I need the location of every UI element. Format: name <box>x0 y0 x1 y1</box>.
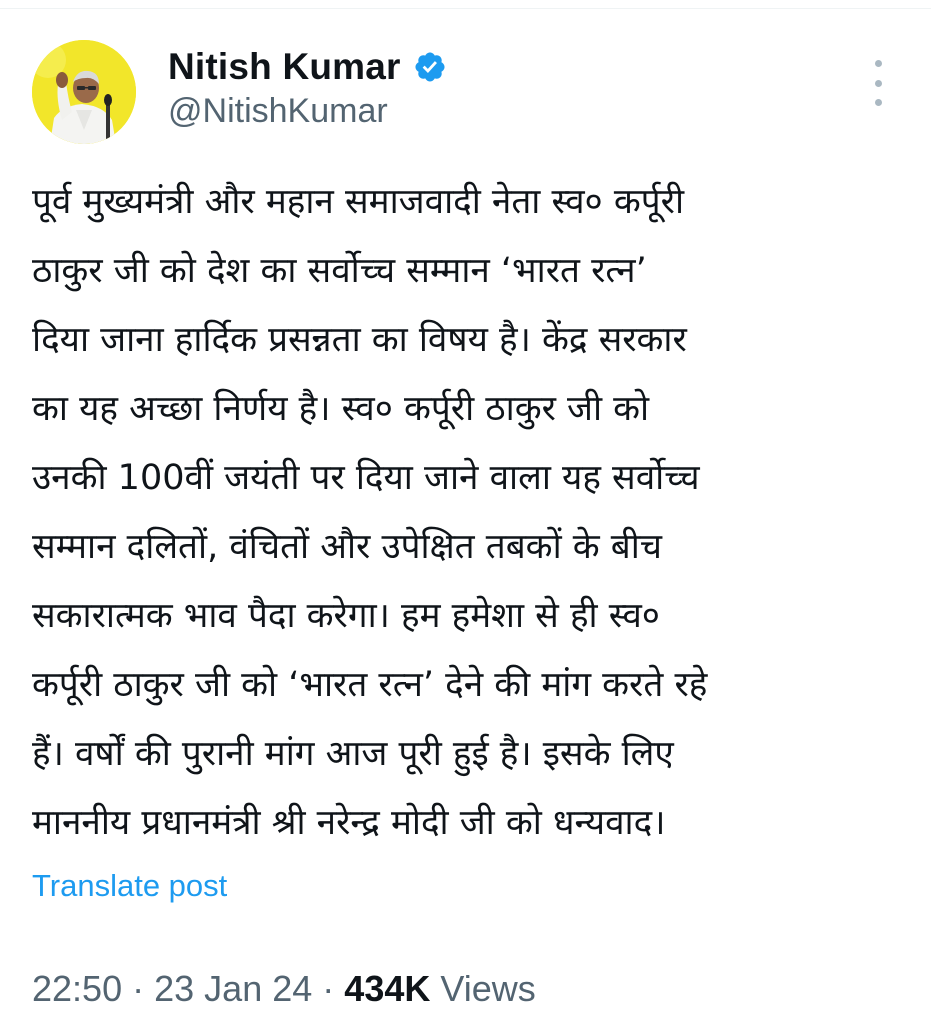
post-text-line: दिया जाना हार्दिक प्रसन्नता का विषय है। … <box>32 320 687 360</box>
post-text-line: का यह अच्छा निर्णय है। स्व० कर्पूरी ठाकु… <box>32 389 650 429</box>
author-handle[interactable]: @NitishKumar <box>168 92 388 131</box>
author-display-name[interactable]: Nitish Kumar <box>168 46 401 88</box>
avatar-image <box>32 40 136 144</box>
views-label: Views <box>440 968 536 1009</box>
post-text-line: सकारात्मक भाव पैदा करेगा। हम हमेशा से ही… <box>32 596 661 636</box>
post-time[interactable]: 22:50 <box>32 968 122 1009</box>
views-count: 434K <box>344 968 431 1009</box>
divider <box>0 8 931 9</box>
post-text: पूर्व मुख्यमंत्री और महान समाजवादी नेता … <box>32 168 904 858</box>
translate-post-link[interactable]: Translate post <box>32 868 227 904</box>
post-text-line: हैं। वर्षों की पुरानी मांग आज पूरी हुई ह… <box>32 734 674 774</box>
more-options-icon[interactable] <box>864 60 892 106</box>
meta-separator: · <box>132 968 145 1009</box>
avatar[interactable] <box>32 40 136 144</box>
post-meta: 22:50 · 23 Jan 24 · 434K Views <box>32 968 536 1010</box>
post-date[interactable]: 23 Jan 24 <box>154 968 312 1009</box>
post-text-line: सम्मान दलितों, वंचितों और उपेक्षित तबकों… <box>32 527 663 567</box>
post-text-line: उनकी 100वीं जयंती पर दिया जाने वाला यह स… <box>32 458 700 498</box>
dot <box>874 99 882 106</box>
post-text-line: कर्पूरी ठाकुर जी को ‘भारत रत्न’ देने की … <box>32 665 708 705</box>
author-name-row: Nitish Kumar <box>168 44 447 90</box>
meta-separator: · <box>322 968 335 1009</box>
post-text-line: पूर्व मुख्यमंत्री और महान समाजवादी नेता … <box>32 182 685 222</box>
verified-badge-icon[interactable] <box>413 50 447 84</box>
post-text-line: ठाकुर जी को देश का सर्वोच्च सम्मान ‘भारत… <box>32 251 647 291</box>
tweet-post: Nitish Kumar @NitishKumar पूर्व मुख्यमंत… <box>0 0 931 1024</box>
post-text-line: माननीय प्रधानमंत्री श्री नरेन्द्र मोदी ज… <box>32 803 666 843</box>
dot <box>874 60 882 67</box>
dot <box>874 79 882 87</box>
